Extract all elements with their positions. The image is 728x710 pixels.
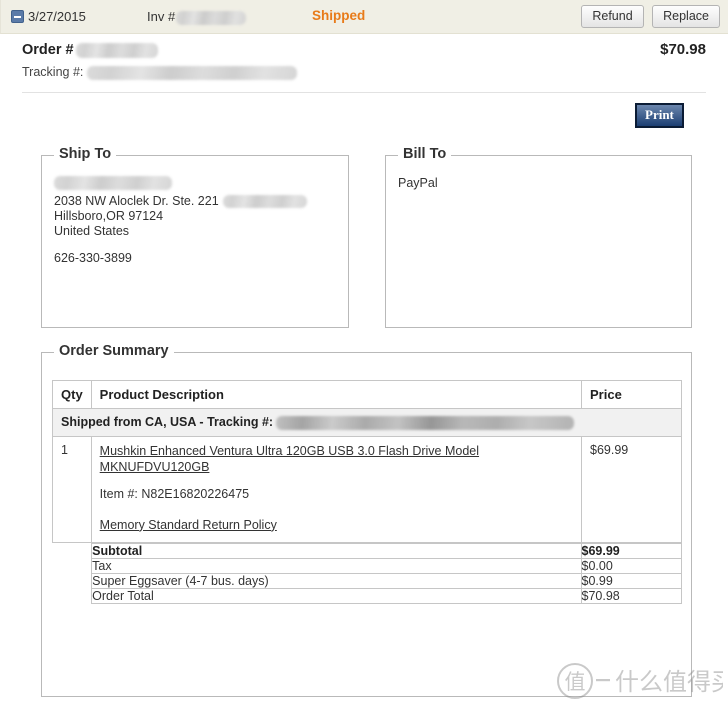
total-line-tax: Tax $0.00	[91, 557, 682, 574]
totals-table: Subtotal $69.99 Tax $0.00 Super Eggsaver…	[91, 542, 682, 604]
order-items-table: Qty Product Description Price Shipped fr…	[52, 380, 682, 604]
ship-to-address: 2038 NW Aloclek Dr. Ste. 221 Hillsboro,O…	[54, 194, 307, 239]
bill-to-legend: Bill To	[398, 146, 452, 162]
refund-button[interactable]: Refund	[581, 5, 644, 28]
column-header-qty: Qty	[52, 380, 92, 409]
address-line-1-redacted	[222, 195, 307, 209]
ship-to-panel: Ship To 2038 NW Aloclek Dr. Ste. 221 Hil…	[41, 146, 349, 328]
totals-container: Subtotal $69.99 Tax $0.00 Super Eggsaver…	[91, 542, 682, 604]
address-country: United States	[54, 224, 130, 238]
total-line-subtotal: Subtotal $69.99	[91, 542, 682, 559]
product-title-link[interactable]: Mushkin Enhanced Ventura Ultra 120GB USB…	[100, 443, 573, 475]
header-divider	[22, 92, 706, 93]
order-date: 3/27/2015	[28, 9, 86, 24]
payment-method: PayPal	[398, 176, 438, 190]
item-details: Mushkin Enhanced Ventura Ultra 120GB USB…	[90, 435, 583, 543]
ship-to-recipient	[54, 174, 172, 192]
order-summary-legend: Order Summary	[54, 343, 174, 359]
total-value-subtotal: $69.99	[580, 542, 682, 559]
order-number-label: Order #	[22, 42, 74, 58]
address-line-1: 2038 NW Aloclek Dr. Ste. 221	[54, 194, 219, 208]
total-value-order-total: $70.98	[580, 587, 682, 604]
total-label-shipping: Super Eggsaver (4-7 bus. days)	[91, 572, 582, 589]
total-label-subtotal: Subtotal	[91, 542, 582, 559]
item-qty: 1	[52, 435, 92, 543]
order-header: Order # Tracking #: $70.98	[0, 34, 728, 94]
print-button[interactable]: Print	[635, 103, 684, 128]
bill-to-panel: Bill To PayPal	[385, 146, 692, 328]
total-line-shipping: Super Eggsaver (4-7 bus. days) $0.99	[91, 572, 682, 589]
ship-to-legend: Ship To	[54, 146, 117, 162]
return-policy-link[interactable]: Memory Standard Return Policy	[100, 518, 573, 532]
order-number: Order #	[22, 42, 158, 58]
replace-button[interactable]: Replace	[652, 5, 720, 28]
order-number-redacted	[75, 42, 158, 58]
invoice-number-redacted	[176, 10, 247, 25]
shipment-note-text: Shipped from CA, USA - Tracking #:	[61, 415, 274, 429]
tracking-number-label: Tracking #:	[22, 65, 84, 79]
column-header-price: Price	[581, 380, 682, 409]
collapse-toggle-icon[interactable]	[11, 10, 24, 23]
column-header-product: Product Description	[90, 380, 583, 409]
tracking-number: Tracking #:	[22, 65, 298, 80]
tracking-number-redacted	[87, 65, 298, 80]
totals-row: Subtotal $69.99 Tax $0.00 Super Eggsaver…	[53, 542, 682, 604]
shipment-note-row: Shipped from CA, USA - Tracking #:	[52, 408, 682, 437]
shipment-note-cell: Shipped from CA, USA - Tracking #:	[52, 408, 682, 437]
total-value-tax: $0.00	[580, 557, 682, 574]
item-number: Item #: N82E16820226475	[99, 486, 250, 501]
table-header-row: Qty Product Description Price	[52, 380, 682, 409]
shipment-tracking-redacted	[276, 415, 575, 430]
table-row: 1 Mushkin Enhanced Ventura Ultra 120GB U…	[52, 435, 682, 543]
recipient-name-redacted	[54, 175, 172, 190]
order-summary-bar: 3/27/2015 Inv # Shipped Refund Replace	[0, 0, 728, 34]
total-line-order-total: Order Total $70.98	[91, 587, 682, 604]
order-amount: $70.98	[660, 41, 706, 58]
total-label-order-total: Order Total	[91, 587, 582, 604]
address-line-2: Hillsboro,OR 97124	[54, 209, 164, 223]
total-label-tax: Tax	[91, 557, 582, 574]
status-badge: Shipped	[312, 8, 366, 23]
item-price: $69.99	[581, 435, 682, 543]
order-detail-page: 3/27/2015 Inv # Shipped Refund Replace O…	[0, 0, 728, 710]
invoice-label: Inv #	[147, 9, 176, 24]
order-summary-panel: Order Summary Qty Product Description Pr…	[41, 343, 692, 697]
totals-spacer-qty	[53, 542, 92, 604]
ship-to-phone: 626-330-3899	[54, 251, 132, 265]
invoice-number: Inv #	[147, 9, 247, 25]
order-actions: Refund Replace	[577, 5, 720, 28]
total-value-shipping: $0.99	[580, 572, 682, 589]
